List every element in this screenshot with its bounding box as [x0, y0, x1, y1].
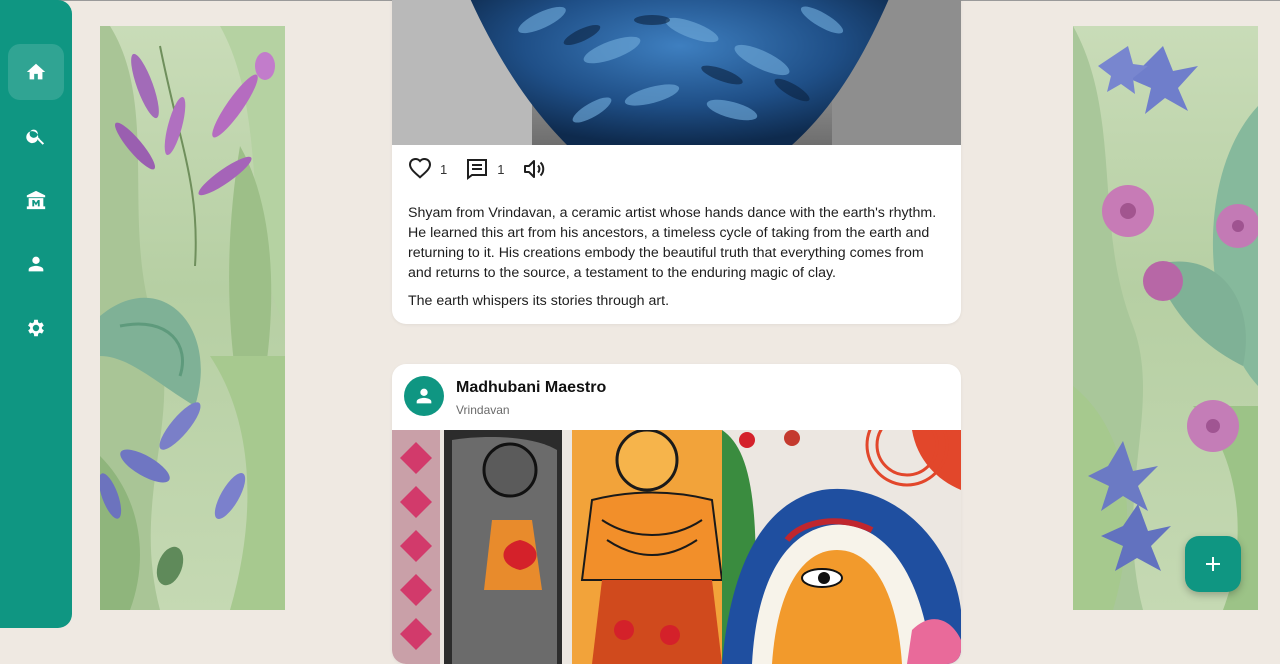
- comment-count: 1: [497, 161, 505, 177]
- person-icon: [416, 388, 432, 404]
- post-location: Vrindavan: [456, 403, 510, 417]
- gear-icon: [28, 319, 44, 337]
- person-icon: [28, 256, 44, 272]
- post-image-madhubani-painting[interactable]: [392, 430, 961, 664]
- home-icon: [26, 63, 46, 80]
- nav-museum-button[interactable]: [8, 172, 64, 228]
- post-image-ceramic-vase[interactable]: [392, 0, 961, 145]
- heart-icon: [408, 157, 432, 179]
- speaker-icon: [524, 160, 545, 178]
- nav-search-button[interactable]: [8, 108, 64, 164]
- add-icon: [1206, 557, 1220, 571]
- left-botanical-panel: [100, 26, 285, 610]
- post-paragraph: The earth whispers its stories through a…: [408, 293, 670, 309]
- post-actions: 1 1: [408, 157, 546, 181]
- post-card: Madhubani Maestro Vrindavan: [392, 364, 961, 664]
- audio-button[interactable]: [522, 157, 546, 181]
- add-post-button[interactable]: [1185, 536, 1241, 592]
- post-author-name[interactable]: Madhubani Maestro: [456, 379, 606, 397]
- right-botanical-panel: [1073, 26, 1258, 610]
- comment-button[interactable]: 1: [465, 157, 522, 181]
- nav-home-button[interactable]: [8, 44, 64, 100]
- like-count: 1: [440, 161, 448, 177]
- post-caption: Shyam from Vrindavan, a ceramic artist w…: [408, 203, 948, 319]
- post-card: 1 1 Shyam from Vrindavan, a ceramic arti…: [392, 0, 961, 324]
- like-button[interactable]: 1: [408, 157, 465, 181]
- comment-icon: [467, 159, 488, 180]
- museum-icon: [26, 190, 46, 210]
- nav-settings-button[interactable]: [8, 300, 64, 356]
- sidebar-nav: [0, 0, 72, 628]
- author-avatar[interactable]: [404, 376, 444, 416]
- nav-profile-button[interactable]: [8, 236, 64, 292]
- search-icon: [26, 129, 45, 145]
- post-paragraph: Shyam from Vrindavan, a ceramic artist w…: [408, 205, 937, 281]
